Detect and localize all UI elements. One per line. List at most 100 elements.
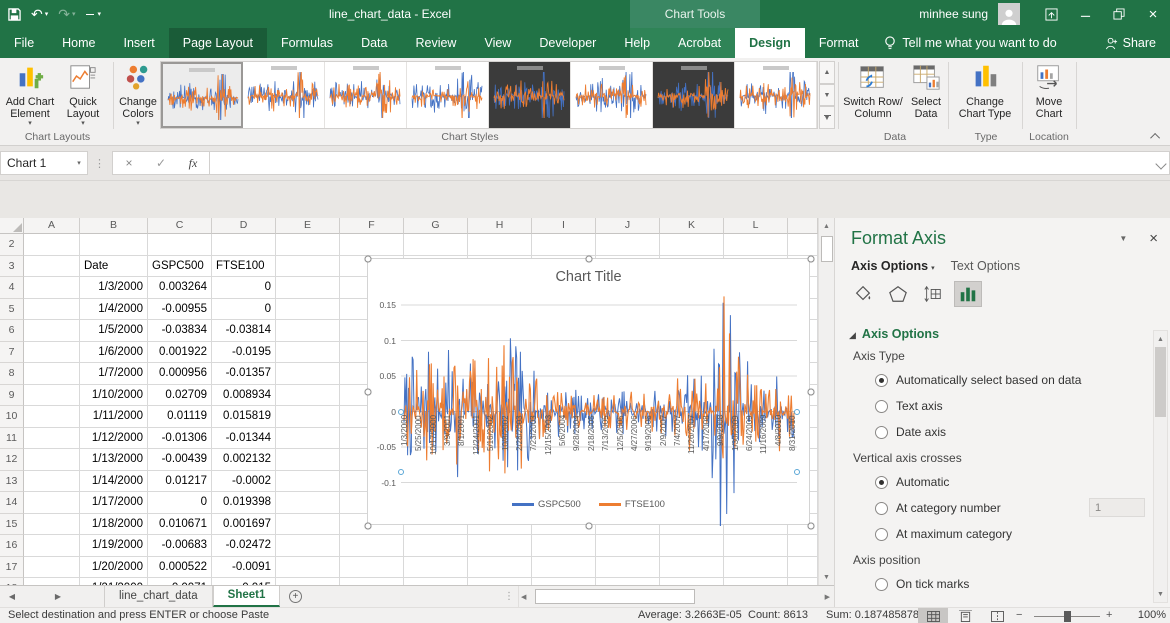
- cell-I16[interactable]: [532, 535, 596, 557]
- ribbon-tab-file[interactable]: File: [0, 28, 48, 58]
- change-chart-type-button[interactable]: Change Chart Type: [952, 61, 1018, 131]
- cell-E3[interactable]: [276, 256, 340, 278]
- cell-C10[interactable]: 0.01119: [148, 406, 212, 428]
- select-all-corner[interactable]: [0, 218, 24, 234]
- cell-B3[interactable]: Date: [80, 256, 148, 278]
- radio-option-text-axis[interactable]: Text axis: [875, 399, 1154, 413]
- cell-K2[interactable]: [660, 234, 724, 256]
- cell-A4[interactable]: [24, 277, 80, 299]
- pane-close-icon[interactable]: ×: [1149, 230, 1158, 247]
- column-header-L[interactable]: L: [724, 218, 788, 234]
- x-axis-label[interactable]: 5/16/2002: [485, 415, 496, 477]
- scroll-left-icon[interactable]: ◀: [521, 589, 526, 605]
- gallery-more-icon[interactable]: ▼: [819, 106, 835, 129]
- cell-B7[interactable]: 1/6/2000: [80, 342, 148, 364]
- radio-option-automatically-select-based-on-data[interactable]: Automatically select based on data: [875, 373, 1154, 387]
- row-header-8[interactable]: 8: [0, 363, 24, 385]
- cell-L18[interactable]: [724, 578, 788, 585]
- row-header-7[interactable]: 7: [0, 342, 24, 364]
- cell-B5[interactable]: 1/4/2000: [80, 299, 148, 321]
- save-icon[interactable]: [8, 8, 21, 21]
- x-axis-label[interactable]: 12/15/2003: [543, 415, 554, 477]
- vertical-scroll-thumb[interactable]: [821, 236, 833, 262]
- change-colors-button[interactable]: Change Colors▾: [116, 61, 160, 131]
- axis-options-icon[interactable]: [954, 281, 982, 307]
- cell-C6[interactable]: -0.03834: [148, 320, 212, 342]
- cell-H2[interactable]: [468, 234, 532, 256]
- user-name[interactable]: minhee sung: [919, 7, 988, 21]
- chart-resize-handle[interactable]: [586, 256, 593, 263]
- axis-options-section-header[interactable]: ◢Axis Options: [849, 327, 1154, 341]
- x-axis-label[interactable]: 4/8/2010: [773, 415, 784, 477]
- cell-B15[interactable]: 1/18/2000: [80, 514, 148, 536]
- cell-B2[interactable]: [80, 234, 148, 256]
- worksheet-grid[interactable]: ABCDEFGHIJKL23DateGSPC500FTSE10041/3/200…: [0, 218, 834, 585]
- cell-H18[interactable]: [468, 578, 532, 585]
- ribbon-tab-format[interactable]: Format: [805, 28, 873, 58]
- cell-F17[interactable]: [340, 557, 404, 579]
- cell-J2[interactable]: [596, 234, 660, 256]
- chart-style-thumbnail-6[interactable]: [571, 62, 653, 128]
- cell-C7[interactable]: 0.001922: [148, 342, 212, 364]
- share-button[interactable]: Share: [1105, 28, 1156, 58]
- sheet-nav-left-icon[interactable]: ◀: [0, 586, 24, 607]
- cell-D5[interactable]: 0: [212, 299, 276, 321]
- cell-J18[interactable]: [596, 578, 660, 585]
- cell-F16[interactable]: [340, 535, 404, 557]
- x-axis-label[interactable]: 11/26/2007: [686, 415, 697, 477]
- cell-B17[interactable]: 1/20/2000: [80, 557, 148, 579]
- name-box-dropdown-icon[interactable]: ▾: [71, 159, 87, 167]
- size-properties-icon[interactable]: [919, 281, 947, 307]
- column-header-B[interactable]: B: [80, 218, 148, 234]
- cell-C4[interactable]: 0.003264: [148, 277, 212, 299]
- cancel-icon[interactable]: ×: [113, 156, 145, 170]
- cell-E10[interactable]: [276, 406, 340, 428]
- cell-B16[interactable]: 1/19/2000: [80, 535, 148, 557]
- cell-B14[interactable]: 1/17/2000: [80, 492, 148, 514]
- chart-style-thumbnail-5[interactable]: [489, 62, 571, 128]
- ribbon-tab-formulas[interactable]: Formulas: [267, 28, 347, 58]
- cell-A7[interactable]: [24, 342, 80, 364]
- cell-D6[interactable]: -0.03814: [212, 320, 276, 342]
- cell-A18[interactable]: [24, 578, 80, 585]
- chart-style-thumbnail-3[interactable]: [325, 62, 407, 128]
- cell-A15[interactable]: [24, 514, 80, 536]
- axis-selection-handle[interactable]: [794, 409, 800, 415]
- scroll-right-icon[interactable]: ▶: [825, 589, 830, 605]
- cell-H17[interactable]: [468, 557, 532, 579]
- cell-D18[interactable]: -0.015: [212, 578, 276, 585]
- cell-L2[interactable]: [724, 234, 788, 256]
- ribbon-tab-developer[interactable]: Developer: [525, 28, 610, 58]
- cell-E5[interactable]: [276, 299, 340, 321]
- cell-K16[interactable]: [660, 535, 724, 557]
- ribbon-tab-acrobat[interactable]: Acrobat: [664, 28, 735, 58]
- category-number-input[interactable]: 1: [1089, 498, 1145, 517]
- cell-B9[interactable]: 1/10/2000: [80, 385, 148, 407]
- cell-M17[interactable]: [788, 557, 818, 579]
- ribbon-tab-data[interactable]: Data: [347, 28, 401, 58]
- x-axis-label[interactable]: 10/8/2002: [500, 415, 511, 477]
- x-axis-label[interactable]: 5/25/2000: [413, 415, 424, 477]
- name-box[interactable]: Chart 1 ▾: [0, 151, 88, 175]
- minimize-icon[interactable]: [1068, 0, 1102, 28]
- tell-me-box[interactable]: Tell me what you want to do: [872, 28, 1068, 58]
- cell-C12[interactable]: -0.00439: [148, 449, 212, 471]
- pane-scroll-thumb[interactable]: [1155, 347, 1166, 417]
- x-axis-label[interactable]: 1/3/2000: [399, 415, 410, 477]
- scroll-up-icon[interactable]: ▲: [819, 218, 834, 234]
- column-header-I[interactable]: I: [532, 218, 596, 234]
- cell-B11[interactable]: 1/12/2000: [80, 428, 148, 450]
- add-chart-element-button[interactable]: Add Chart Element▾: [2, 61, 58, 131]
- row-header-10[interactable]: 10: [0, 406, 24, 428]
- vertical-scrollbar[interactable]: ▲ ▼: [818, 218, 834, 585]
- cell-E12[interactable]: [276, 449, 340, 471]
- x-axis-label[interactable]: 7/23/2003: [528, 415, 539, 477]
- radio-option-at-category-number[interactable]: At category number1: [875, 501, 1154, 515]
- x-axis-label[interactable]: 3/9/2001: [442, 415, 453, 477]
- expand-formula-bar-icon[interactable]: [1155, 158, 1166, 169]
- cell-K18[interactable]: [660, 578, 724, 585]
- move-chart-button[interactable]: Move Chart: [1026, 61, 1072, 131]
- x-axis-label[interactable]: 2/28/2003: [514, 415, 525, 477]
- ribbon-display-options-icon[interactable]: [1034, 0, 1068, 28]
- avatar[interactable]: [998, 3, 1020, 25]
